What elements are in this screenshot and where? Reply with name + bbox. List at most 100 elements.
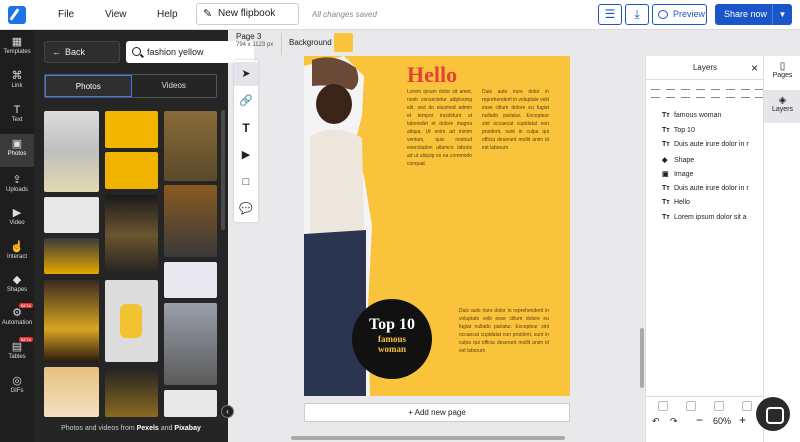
credit-and: and bbox=[160, 425, 173, 432]
nav-item-photos[interactable]: ▣ Photos bbox=[0, 134, 34, 167]
text-tool-button[interactable]: T bbox=[234, 116, 258, 140]
panel-scrollbar[interactable] bbox=[221, 110, 225, 230]
layer-label: Hello bbox=[673, 199, 690, 206]
nav-item-tables[interactable]: ▤ Tables BETA bbox=[0, 337, 34, 370]
right-tabs: ▯ Pages ◈ Layers bbox=[763, 56, 800, 442]
pexels-link[interactable]: Pexels bbox=[137, 425, 159, 432]
duplicate-icon[interactable] bbox=[658, 401, 668, 411]
tab-videos[interactable]: Videos bbox=[132, 75, 217, 97]
sliders-icon: ☰ bbox=[604, 7, 616, 21]
body-text-1[interactable]: Lorem ipsum dolor sit amet, nostr consec… bbox=[407, 88, 472, 168]
menu-help[interactable]: Help bbox=[157, 9, 178, 20]
select-tool-button[interactable]: ➤ bbox=[234, 62, 258, 86]
nav-item-link[interactable]: ⌘ Link bbox=[0, 66, 34, 99]
align-right-icon[interactable] bbox=[681, 89, 690, 98]
align-middle-icon[interactable] bbox=[726, 89, 735, 98]
photo-thumbnail[interactable] bbox=[105, 152, 158, 189]
photo-thumbnail[interactable] bbox=[44, 280, 99, 362]
preview-button[interactable]: Preview bbox=[652, 4, 707, 25]
photo-thumbnail[interactable] bbox=[44, 367, 99, 417]
redo-icon[interactable]: ↷ bbox=[670, 416, 678, 427]
media-credit: Photos and videos from Pexels and Pixaba… bbox=[34, 425, 228, 432]
square-icon: □ bbox=[242, 176, 250, 188]
zoom-level[interactable]: 60% bbox=[713, 416, 731, 426]
align-top-icon[interactable] bbox=[711, 89, 720, 98]
share-button[interactable]: Share now ▼ bbox=[715, 4, 792, 25]
nav-item-video[interactable]: ▶ Video bbox=[0, 203, 34, 236]
lock-icon[interactable] bbox=[714, 401, 724, 411]
video-tool-button[interactable]: ▶ bbox=[234, 143, 258, 167]
shape-tool-button[interactable]: □ bbox=[234, 170, 258, 194]
layer-row[interactable]: Tт Duis aute irure dolor in r bbox=[662, 185, 749, 192]
layer-row[interactable]: ▣ Image bbox=[662, 170, 693, 178]
tab-pages[interactable]: ▯ Pages bbox=[764, 56, 800, 89]
nav-item-uploads[interactable]: ⇪ Uploads bbox=[0, 170, 34, 203]
tab-photos[interactable]: Photos bbox=[45, 75, 132, 97]
photo-thumbnail[interactable] bbox=[44, 238, 99, 274]
photo-thumbnail[interactable] bbox=[164, 262, 217, 298]
nav-item-label: Uploads bbox=[5, 187, 28, 193]
photo-thumbnail[interactable] bbox=[105, 111, 158, 148]
close-icon[interactable]: × bbox=[751, 56, 758, 80]
layer-row[interactable]: ◆ Shape bbox=[662, 156, 694, 164]
photo-thumbnail[interactable] bbox=[164, 111, 217, 181]
photo-thumbnail[interactable] bbox=[105, 367, 158, 417]
copy-icon[interactable] bbox=[686, 401, 696, 411]
nav-item-label: GIFs bbox=[10, 388, 24, 394]
layer-label: Top 10 bbox=[673, 126, 695, 134]
horizontal-scrollbar[interactable] bbox=[291, 436, 565, 440]
body-text-3[interactable]: Duis aute irure dolor in reprehenderit i… bbox=[459, 307, 549, 355]
new-flipbook-label: New flipbook bbox=[218, 8, 276, 19]
layer-row[interactable]: Tт Duis aute irure dolor in r bbox=[662, 141, 749, 148]
back-button[interactable]: ← Back bbox=[44, 41, 120, 63]
photo-thumbnail[interactable] bbox=[164, 390, 217, 417]
background-color-swatch[interactable] bbox=[334, 33, 353, 52]
align-bottom-icon[interactable] bbox=[741, 89, 750, 98]
vertical-scrollbar[interactable] bbox=[640, 328, 644, 388]
settings-sliders-button[interactable]: ☰ bbox=[598, 4, 622, 25]
photo-thumbnail[interactable] bbox=[44, 197, 99, 233]
menu-view[interactable]: View bbox=[105, 9, 127, 20]
app-logo-icon[interactable] bbox=[8, 6, 26, 24]
nav-item-text[interactable]: T Text bbox=[0, 100, 34, 133]
pixabay-link[interactable]: Pixabay bbox=[174, 425, 200, 432]
zoom-in-button[interactable]: + bbox=[739, 413, 746, 427]
nav-item-interact[interactable]: ☝ Interact bbox=[0, 237, 34, 270]
download-button[interactable]: ⤓ bbox=[625, 4, 649, 25]
tab-layers[interactable]: ◈ Layers bbox=[764, 90, 800, 123]
chat-support-button[interactable] bbox=[756, 397, 790, 431]
distribute-horizontal-icon[interactable] bbox=[696, 89, 705, 98]
layer-row[interactable]: Tт Top 10 bbox=[662, 127, 695, 134]
layer-label: famous woman bbox=[673, 112, 722, 119]
layer-row[interactable]: Tт Lorem ipsum dolor sit a bbox=[662, 214, 747, 221]
trash-icon[interactable] bbox=[742, 401, 752, 411]
photo-thumbnail[interactable] bbox=[164, 185, 217, 257]
nav-item-templates[interactable]: ▦ Templates bbox=[0, 32, 34, 65]
body-text-2[interactable]: Duis aute irure dolor in reprehenderit i… bbox=[482, 88, 549, 152]
arrow-left-icon: ← bbox=[52, 47, 61, 57]
new-flipbook-button[interactable]: ✎ New flipbook bbox=[196, 3, 299, 25]
top10-badge[interactable]: Top 10 famous woman bbox=[352, 299, 432, 379]
flipbook-page[interactable]: Hello Lorem ipsum dolor sit amet, nostr … bbox=[304, 56, 570, 396]
menu-file[interactable]: File bbox=[58, 9, 74, 20]
nav-item-automation[interactable]: ⚙ Automation BETA bbox=[0, 303, 34, 336]
photo-thumbnail[interactable] bbox=[44, 111, 99, 192]
undo-icon[interactable]: ↶ bbox=[652, 416, 660, 427]
comment-tool-button[interactable]: 💬 bbox=[234, 197, 258, 221]
zoom-out-button[interactable]: − bbox=[696, 413, 703, 427]
nav-item-gifs[interactable]: ◎ GIFs bbox=[0, 371, 34, 404]
photo-thumbnail[interactable] bbox=[164, 303, 217, 385]
nav-item-shapes[interactable]: ◆ Shapes bbox=[0, 270, 34, 303]
page-title[interactable]: Hello bbox=[407, 62, 457, 88]
add-page-button[interactable]: + Add new page bbox=[304, 403, 570, 422]
photo-thumbnail[interactable] bbox=[105, 195, 158, 275]
top-bar: File View Help ✎ New flipbook All change… bbox=[0, 0, 800, 30]
layer-row[interactable]: Tт Hello bbox=[662, 199, 690, 206]
layer-row[interactable]: Tт famous woman bbox=[662, 112, 721, 119]
align-center-icon[interactable] bbox=[666, 89, 675, 98]
link-tool-button[interactable]: 🔗 bbox=[234, 89, 258, 113]
collapse-panel-button[interactable]: ‹ bbox=[221, 405, 234, 418]
align-left-icon[interactable] bbox=[651, 89, 660, 98]
photo-thumbnail[interactable] bbox=[105, 280, 158, 362]
chevron-down-icon[interactable]: ▼ bbox=[772, 4, 792, 25]
